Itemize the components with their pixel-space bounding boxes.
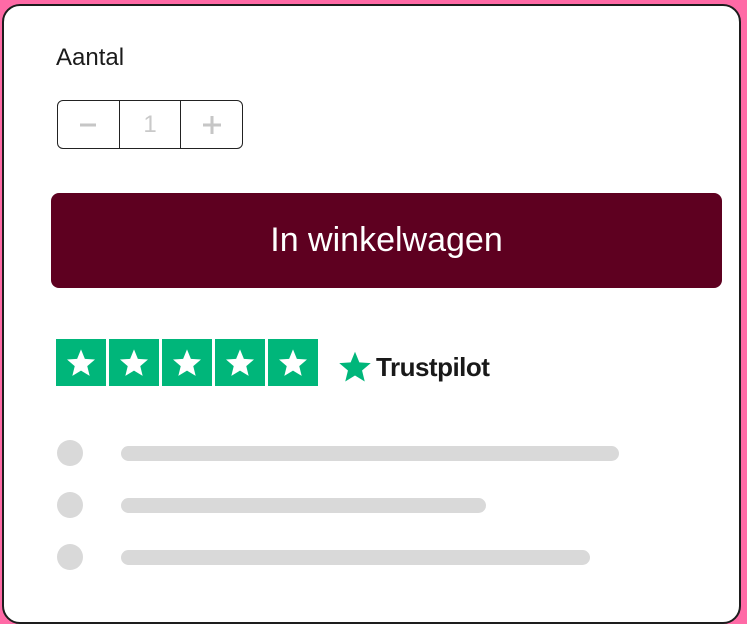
star-icon [162, 339, 212, 386]
placeholder-dot [57, 544, 83, 570]
placeholder-bar [121, 445, 619, 461]
increment-button[interactable] [180, 101, 242, 148]
placeholder-row [57, 492, 486, 518]
placeholder-bar [121, 549, 590, 565]
placeholder-dot [57, 440, 83, 466]
trustpilot-rating [56, 339, 318, 386]
trustpilot-star-icon [339, 351, 371, 382]
star-icon [109, 339, 159, 386]
placeholder-bar [121, 497, 486, 513]
star-icon [56, 339, 106, 386]
quantity-stepper[interactable]: 1 [57, 100, 243, 149]
placeholder-dot [57, 492, 83, 518]
star-icon [215, 339, 265, 386]
plus-icon [202, 115, 221, 134]
product-purchase-card: Aantal 1 In winkelwagen Trustpilot [2, 4, 741, 624]
quantity-input[interactable]: 1 [118, 101, 181, 148]
trustpilot-label: Trustpilot [376, 351, 490, 382]
placeholder-row [57, 440, 619, 466]
star-icon [268, 339, 318, 386]
quantity-label: Aantal [56, 44, 125, 71]
minus-icon [80, 123, 97, 126]
placeholder-row [57, 544, 590, 570]
decrement-button[interactable] [58, 101, 119, 148]
add-to-cart-button[interactable]: In winkelwagen [51, 193, 722, 288]
trustpilot-logo[interactable]: Trustpilot [337, 349, 490, 385]
